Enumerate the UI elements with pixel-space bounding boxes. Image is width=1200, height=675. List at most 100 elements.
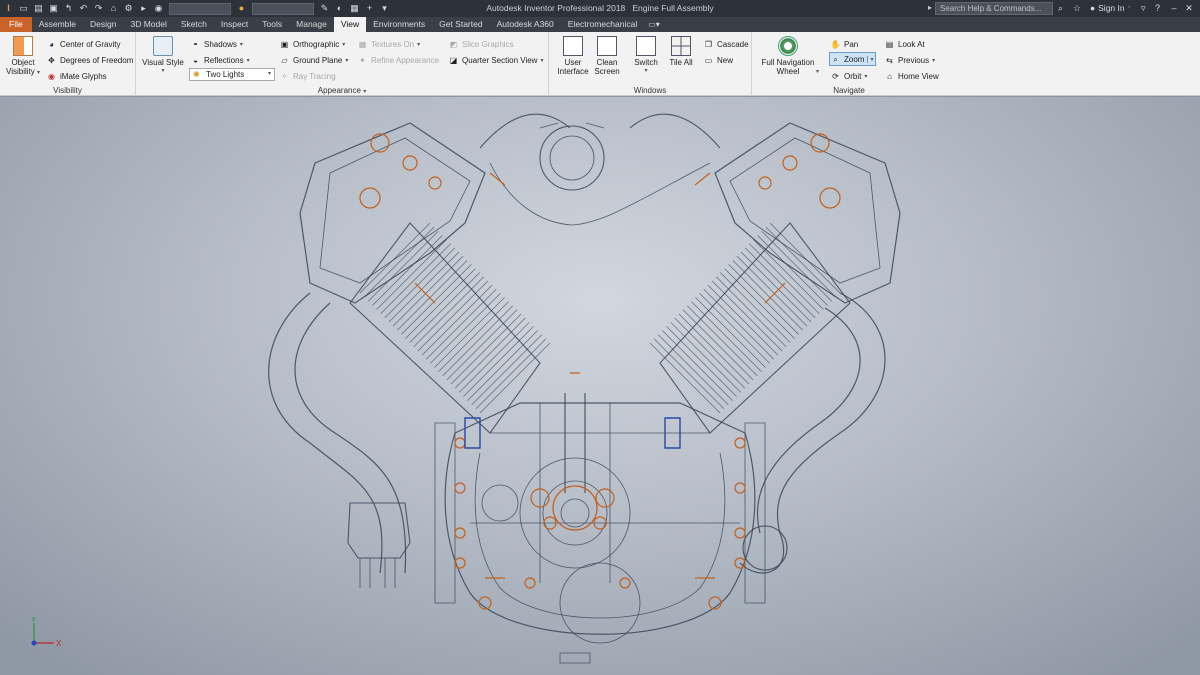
look-at-button[interactable]: ▤ Look At [884,37,925,51]
refine-appearance-button[interactable]: ✦ Refine Appearance [357,53,439,67]
orthographic-icon: ▣ [280,39,289,49]
undo-icon[interactable]: ↶ [77,2,90,15]
pan-hand-icon: ✋ [830,39,841,49]
wheel-dropdown-chevron-icon[interactable]: ▾ [816,68,819,75]
degrees-of-freedom-icon: ✥ [48,55,55,65]
cart-icon[interactable]: ▿ [1141,2,1146,15]
triad-x-label: X [56,639,62,648]
home-icon[interactable]: ⌂ [107,2,120,15]
graphics-viewport[interactable]: X Y [0,97,1200,675]
open-file-icon[interactable]: ▤ [32,2,45,15]
ground-plane-button[interactable]: ▱ Ground Plane ▾ [279,53,348,67]
tab-environments[interactable]: Environments [366,17,432,32]
visual-style-icon [153,36,173,56]
orbit-button[interactable]: ⟳ Orbit ▾ [830,69,867,83]
inventor-logo-icon[interactable]: I [2,2,15,15]
panel-expand-icon: ▾ [363,89,367,95]
ribbon-tabs: File Assemble Design 3D Model Sketch Ins… [0,17,1200,32]
textures-on-button[interactable]: ▦ Textures On ▾ [357,37,420,51]
view-orientation-triad[interactable]: X Y [24,617,74,649]
object-visibility-button[interactable]: Object Visibility ▾ [6,36,40,78]
clear-appearance-icon[interactable]: ✎ [318,2,331,15]
minimize-icon[interactable]: – [1167,1,1181,16]
tab-autodesk-a360[interactable]: Autodesk A360 [490,17,561,32]
add-icon[interactable]: + [363,2,376,15]
lighting-style-dropdown[interactable]: Two Lights ▾ ✺ [189,68,275,81]
measure-icon[interactable]: ▦ [348,2,361,15]
tab-inspect[interactable]: Inspect [214,17,255,32]
sign-in-button[interactable]: ● Sign In ▾ [1090,2,1131,15]
zoom-button[interactable]: ⌕ Zoom ▾ [829,52,877,66]
tab-manage[interactable]: Manage [289,17,334,32]
user-icon: ● [1090,3,1096,13]
object-visibility-icon [13,36,33,56]
refine-appearance-icon: ✦ [359,55,366,65]
tile-all-button[interactable]: Tile All [664,36,698,67]
orthographic-button[interactable]: ▣ Orthographic ▾ [279,37,346,51]
user-interface-button[interactable]: User Interface [556,36,590,76]
help-icon[interactable]: ? [1155,2,1160,15]
chevron-down-icon[interactable]: ▾ [867,55,873,63]
select-icon[interactable]: ▸ [137,2,150,15]
return-icon[interactable]: ↰ [62,2,75,15]
tab-3d-model[interactable]: 3D Model [124,17,174,32]
appearance-panel-label[interactable]: Appearance ▾ [136,86,548,95]
look-at-icon: ▤ [885,39,894,49]
search-icon[interactable]: ⌕ [1058,2,1063,15]
visual-style-button[interactable]: Visual Style ▾ [140,36,186,76]
ray-tracing-button[interactable]: ✧ Ray Tracing [279,69,336,83]
appearance-panel: Visual Style ▾ ◓ Shadows ▾ ◒ Reflections ▾ T… [136,32,549,96]
favorites-star-icon[interactable]: ☆ [1073,2,1081,15]
appearance-ball-icon[interactable]: ● [235,2,248,15]
tab-sketch[interactable]: Sketch [174,17,214,32]
quarter-section-view-icon: ◪ [449,55,458,65]
engine-wire-lines [268,113,901,664]
globe-icon[interactable]: ◉ [152,2,165,15]
full-navigation-wheel-button[interactable]: Full Navigation Wheel [758,36,818,76]
clean-screen-button[interactable]: Clean Screen [590,36,624,76]
reflections-icon: ◒ [193,55,198,65]
search-scope-icon[interactable]: ▸ [928,3,932,12]
tab-tools[interactable]: Tools [255,17,289,32]
shadows-button[interactable]: ◓ Shadows ▾ [190,37,243,51]
new-window-button[interactable]: ▭ New [703,53,733,67]
switch-icon [636,36,656,56]
customize-qat-icon[interactable]: ▾ [378,2,391,15]
triad-y-label: Y [31,617,37,624]
tab-assemble[interactable]: Assemble [32,17,83,32]
appearance-dropdown[interactable] [252,2,314,15]
search-input[interactable]: Search Help & Commands... [935,2,1053,15]
ribbon-display-toggle-icon[interactable]: ▭▾ [644,17,664,32]
redo-icon[interactable]: ↷ [92,2,105,15]
tab-get-started[interactable]: Get Started [432,17,489,32]
cascade-button[interactable]: ❐ Cascade [703,37,749,51]
switch-button[interactable]: Switch ▾ [629,36,663,76]
quarter-section-view-button[interactable]: ◪ Quarter Section View ▾ [448,53,544,67]
update-icon[interactable]: ⚙ [122,2,135,15]
imate-glyphs-button[interactable]: ◉ iMate Glyphs [46,69,107,83]
save-icon[interactable]: ▣ [47,2,60,15]
tab-electromechanical[interactable]: Electromechanical [561,17,644,32]
window-close-icon[interactable]: ✕ [1182,1,1196,16]
shadows-icon: ◓ [193,39,198,49]
reflections-button[interactable]: ◒ Reflections ▾ [190,53,250,67]
home-view-button[interactable]: ⌂ Home View [884,69,939,83]
clean-screen-icon [597,36,617,56]
tab-file[interactable]: File [0,17,32,32]
cascade-icon: ❐ [704,39,713,49]
engine-assembly-wireframe[interactable] [240,103,960,671]
center-of-gravity-button[interactable]: ◕ Center of Gravity [46,37,120,51]
material-dropdown[interactable] [169,2,231,15]
previous-view-button[interactable]: ⇆ Previous ▾ [884,53,935,67]
degrees-of-freedom-button[interactable]: ✥ Degrees of Freedom [46,53,133,67]
navigate-panel-label: Navigate [833,86,865,95]
chevron-down-icon: ▾ [1127,5,1131,11]
tab-design[interactable]: Design [83,17,123,32]
adjust-icon[interactable]: ◐ [333,2,346,15]
new-file-icon[interactable]: ▭ [17,2,30,15]
tab-view[interactable]: View [333,17,367,32]
highlighted-components [359,133,841,610]
pan-button[interactable]: ✋ Pan [830,37,859,51]
slice-graphics-button[interactable]: ◩ Slice Graphics [448,37,514,51]
tile-all-icon [671,36,691,56]
